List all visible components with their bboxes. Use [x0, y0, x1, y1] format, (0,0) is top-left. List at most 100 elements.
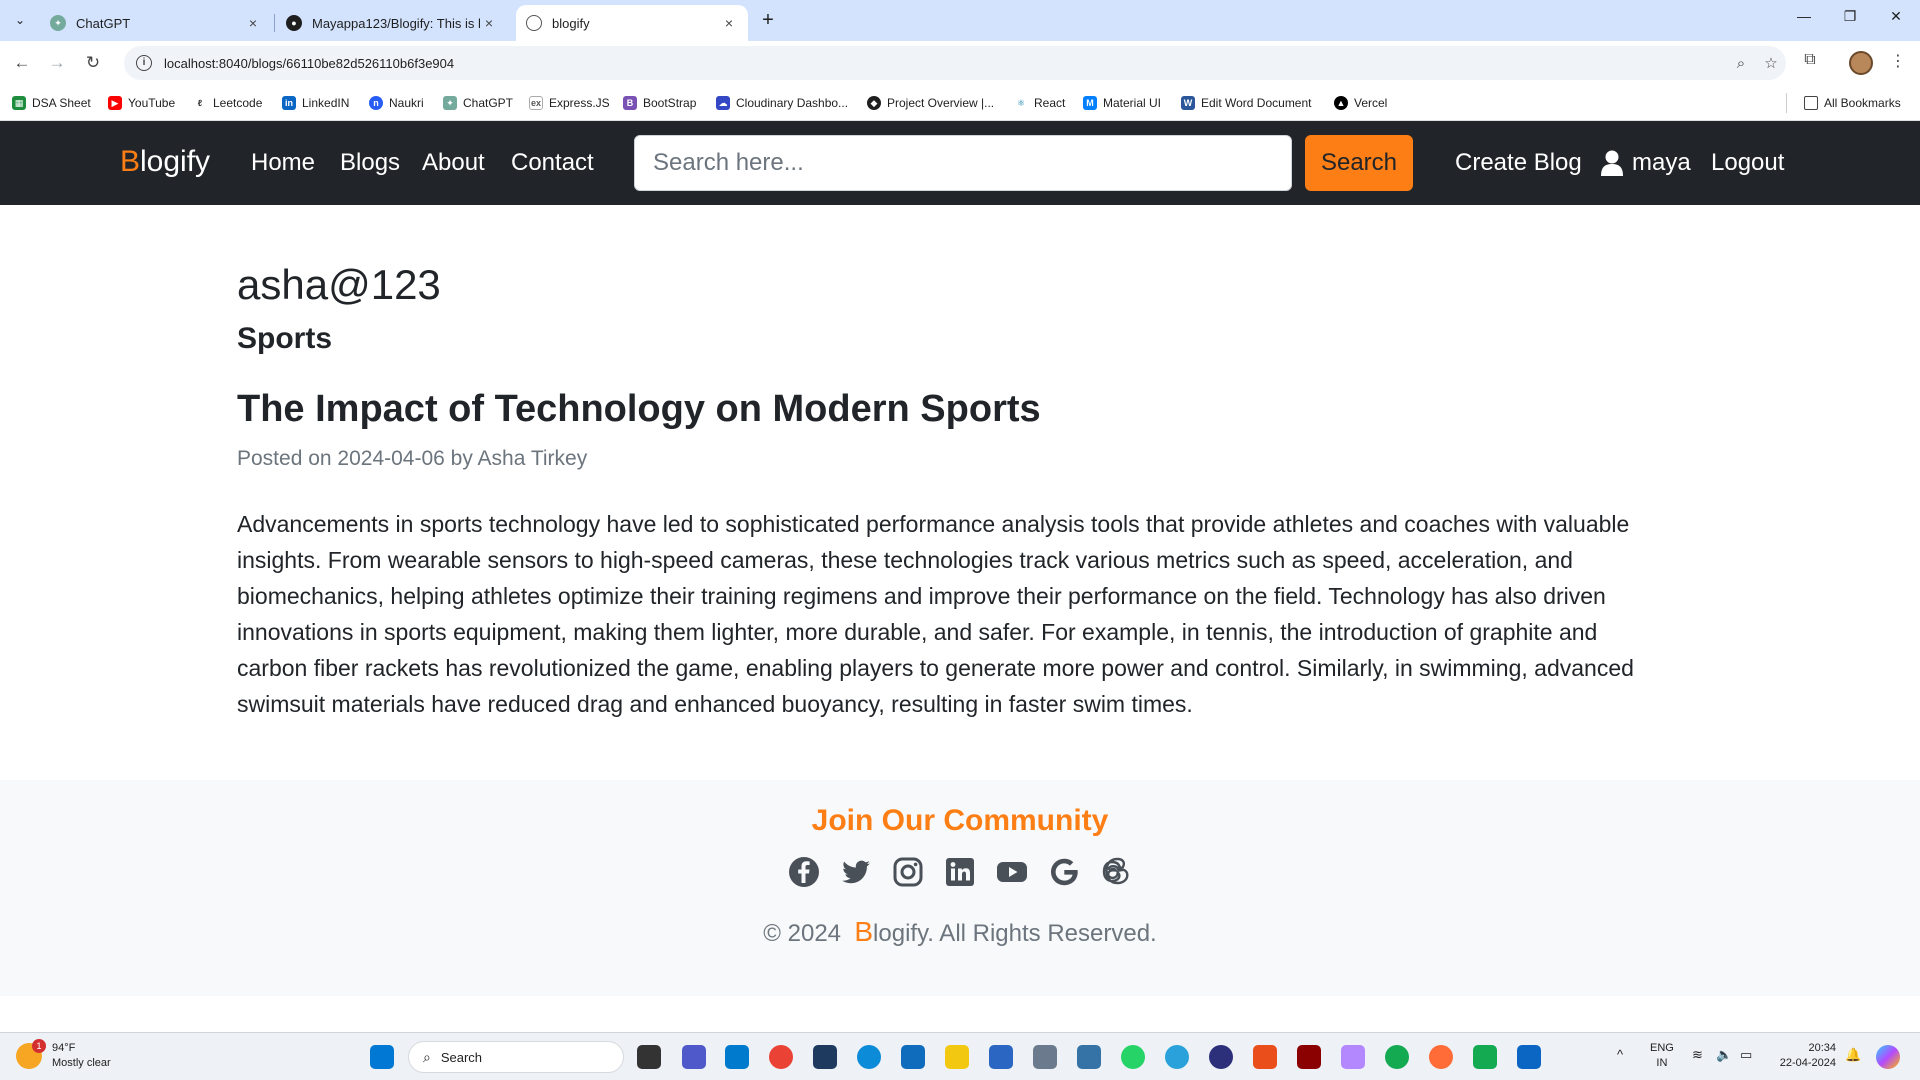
nav-home[interactable]: Home: [251, 149, 315, 177]
bookmarks-bar: ▦ DSA Sheet ▶ YouTube ℓ Leetcode in LinkedIN…: [0, 85, 1920, 121]
tab-chatgpt[interactable]: ✦ ChatGPT ×: [40, 5, 272, 41]
mongodb-compass-icon[interactable]: [1385, 1045, 1409, 1069]
gemini-icon[interactable]: [1341, 1045, 1365, 1069]
instagram-icon[interactable]: [892, 856, 924, 888]
footer-heading: Join Our Community: [811, 804, 1109, 837]
back-icon[interactable]: ←: [10, 51, 34, 75]
wps-office-icon[interactable]: [1253, 1045, 1277, 1069]
teams-icon[interactable]: [682, 1045, 706, 1069]
tab-close-icon[interactable]: ×: [720, 15, 738, 31]
wifi-icon[interactable]: ≋: [1692, 1047, 1703, 1062]
bookmark-cloudinary[interactable]: ☁ Cloudinary Dashbo...: [716, 93, 848, 113]
new-tab-button[interactable]: +: [758, 9, 778, 31]
battery-icon[interactable]: ▭: [1740, 1047, 1752, 1062]
copyright-suffix: logify. All Rights Reserved.: [873, 920, 1157, 947]
avatar[interactable]: [1849, 51, 1873, 75]
search-input[interactable]: Search here...: [634, 135, 1292, 191]
bookmark-label: Edit Word Document: [1201, 96, 1312, 110]
volume-icon[interactable]: 🔈: [1716, 1047, 1732, 1062]
store-icon[interactable]: [989, 1045, 1013, 1069]
nav-blogs[interactable]: Blogs: [340, 149, 400, 177]
chrome-icon[interactable]: [769, 1045, 793, 1069]
bookmark-edit-word[interactable]: W Edit Word Document: [1181, 93, 1312, 113]
bookmark-youtube[interactable]: ▶ YouTube: [108, 93, 175, 113]
weather-widget[interactable]: 1 94°F Mostly clear: [16, 1039, 111, 1071]
postman-icon[interactable]: [1429, 1045, 1453, 1069]
minimize-icon[interactable]: —: [1781, 8, 1827, 24]
taskbar-search[interactable]: ⌕ Search: [408, 1041, 624, 1073]
close-window-icon[interactable]: ✕: [1873, 8, 1919, 25]
footer-brand-initial: B: [854, 916, 874, 947]
brand-logo[interactable]: Blogify: [120, 145, 210, 179]
user-icon: [1601, 150, 1623, 176]
edge-icon[interactable]: [857, 1045, 881, 1069]
youtube-icon[interactable]: [996, 856, 1028, 888]
menu-kebab-icon[interactable]: ⋮: [1885, 51, 1911, 75]
notification-bell-icon[interactable]: 🔔: [1845, 1047, 1861, 1062]
logout-link[interactable]: Logout: [1711, 149, 1784, 177]
task-view-icon[interactable]: [637, 1045, 661, 1069]
file-explorer-icon[interactable]: [945, 1045, 969, 1069]
create-blog-link[interactable]: Create Blog: [1455, 149, 1582, 177]
google-icon[interactable]: [1048, 856, 1080, 888]
bookmark-leetcode[interactable]: ℓ Leetcode: [193, 93, 262, 113]
bookmark-project-overview[interactable]: ◆ Project Overview |...: [867, 93, 994, 113]
bookmark-chatgpt[interactable]: ✦ ChatGPT: [443, 93, 513, 113]
linkedin-app-icon[interactable]: [1517, 1045, 1541, 1069]
reload-icon[interactable]: ↻: [81, 51, 105, 75]
calculator-icon[interactable]: [1033, 1045, 1057, 1069]
mongodb-icon[interactable]: [1473, 1045, 1497, 1069]
nav-contact[interactable]: Contact: [511, 149, 594, 177]
restore-icon[interactable]: ❐: [1827, 8, 1873, 25]
forward-icon[interactable]: →: [45, 51, 69, 75]
bookmark-material-ui[interactable]: M Material UI: [1083, 93, 1161, 113]
whatsapp-icon[interactable]: [1121, 1045, 1145, 1069]
twitter-icon[interactable]: [840, 856, 872, 888]
mail-icon[interactable]: [901, 1045, 925, 1069]
bookmark-star-icon[interactable]: ☆: [1756, 54, 1786, 72]
search-button[interactable]: Search: [1305, 135, 1413, 191]
threads-icon[interactable]: [1100, 856, 1132, 888]
bookmark-dsa-sheet[interactable]: ▦ DSA Sheet: [12, 93, 91, 113]
username-link[interactable]: maya: [1632, 149, 1691, 177]
postman-app-icon[interactable]: [813, 1045, 837, 1069]
url-text[interactable]: localhost:8040/blogs/66110be82d526110b6f…: [164, 56, 1726, 71]
bookmark-naukri[interactable]: n Naukri: [369, 93, 424, 113]
clock[interactable]: 20:34 22-04-2024: [1772, 1041, 1836, 1071]
bookmark-vercel[interactable]: ▲ Vercel: [1334, 93, 1387, 113]
vscode-icon[interactable]: [725, 1045, 749, 1069]
bookmark-expressjs[interactable]: ex Express.JS: [529, 93, 610, 113]
zoom-icon[interactable]: ⌕: [1726, 55, 1756, 72]
nav-about[interactable]: About: [422, 149, 485, 177]
tab-close-icon[interactable]: ×: [480, 15, 498, 31]
copilot-icon[interactable]: [1876, 1045, 1900, 1069]
react-icon: ⚛: [1014, 96, 1028, 110]
facebook-icon[interactable]: [788, 856, 820, 888]
site-info-icon[interactable]: i: [136, 55, 152, 71]
search-icon: ⌕: [423, 1048, 431, 1065]
region-code: IN: [1656, 1057, 1668, 1069]
tab-title: Mayappa123/Blogify: This is bl: [312, 15, 480, 31]
windows-start-icon[interactable]: [370, 1045, 394, 1069]
chatgpt-favicon-icon: ✦: [50, 15, 66, 31]
site-footer: Join Our Community © 2024 Blogify. All R…: [0, 780, 1920, 996]
linkedin-icon[interactable]: [944, 856, 976, 888]
python-icon[interactable]: [1077, 1045, 1101, 1069]
bookmark-react[interactable]: ⚛ React: [1014, 93, 1065, 113]
tab-close-icon[interactable]: ×: [244, 15, 262, 31]
mui-icon: M: [1083, 96, 1097, 110]
address-bar[interactable]: i localhost:8040/blogs/66110be82d526110b…: [124, 46, 1786, 80]
eclipse-icon[interactable]: [1209, 1045, 1233, 1069]
tab-search-chevron-icon[interactable]: ⌄: [8, 8, 32, 32]
mongodb-leaf-icon: ◆: [867, 96, 881, 110]
extensions-icon[interactable]: ⧉: [1797, 51, 1823, 75]
all-bookmarks[interactable]: All Bookmarks: [1804, 93, 1901, 113]
telegram-icon[interactable]: [1165, 1045, 1189, 1069]
tab-github[interactable]: ● Mayappa123/Blogify: This is bl ×: [276, 5, 508, 41]
language-indicator[interactable]: ENG IN: [1650, 1041, 1674, 1071]
bookmark-linkedin[interactable]: in LinkedIN: [282, 93, 349, 113]
oracle-app-icon[interactable]: [1297, 1045, 1321, 1069]
bookmark-bootstrap[interactable]: B BootStrap: [623, 93, 696, 113]
tray-chevron-icon[interactable]: ^: [1617, 1047, 1623, 1062]
tab-blogify[interactable]: blogify ×: [516, 5, 748, 41]
